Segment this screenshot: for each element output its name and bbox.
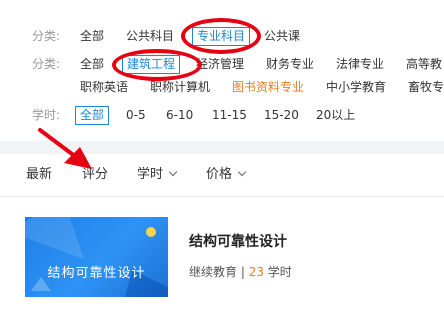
- hours-label: 学时:: [32, 108, 61, 122]
- sort-hours-label: 学时: [137, 167, 164, 182]
- hours-0-5[interactable]: 0-5: [126, 107, 146, 123]
- highlight-ring-professional-subjects: [181, 18, 261, 54]
- chevron-down-icon: [237, 167, 247, 177]
- subject-finance[interactable]: 财务专业: [266, 56, 314, 72]
- sort-newest[interactable]: 最新: [26, 167, 52, 183]
- subject-economic-management[interactable]: 经济管理: [196, 56, 244, 72]
- course-title[interactable]: 结构可靠性设计: [189, 233, 287, 251]
- hours-15-20[interactable]: 15-20: [264, 107, 299, 123]
- subject-higher-education[interactable]: 高等教: [406, 56, 442, 72]
- sort-price-label: 价格: [206, 167, 233, 182]
- subject-professional-english[interactable]: 职称英语: [80, 79, 128, 95]
- thumbnail-decoration: [25, 217, 102, 260]
- sort-rating[interactable]: 评分: [82, 167, 108, 183]
- course-meta: 继续教育 | 23 学时: [189, 264, 292, 280]
- course-provider: 继续教育 |: [189, 265, 249, 279]
- subject-all[interactable]: 全部: [80, 56, 104, 72]
- sort-hours[interactable]: 学时: [137, 167, 178, 183]
- chevron-down-icon: [168, 167, 178, 177]
- subject-library-science[interactable]: 图书资料专业: [232, 79, 304, 95]
- thumbnail-title: 结构可靠性设计: [47, 266, 146, 281]
- course-hours-unit: 学时: [263, 265, 292, 279]
- sort-bar: 最新 评分 学时 价格: [0, 154, 444, 197]
- subject-professional-computer[interactable]: 职称计算机: [150, 79, 210, 95]
- hours-11-15[interactable]: 11-15: [212, 107, 247, 123]
- sort-price[interactable]: 价格: [206, 167, 247, 183]
- subject-label: 分类:: [32, 57, 61, 71]
- highlight-ring-architecture-engineering: [112, 49, 202, 81]
- category-label: 分类:: [32, 29, 61, 43]
- course-thumbnail[interactable]: 结构可靠性设计: [25, 217, 168, 297]
- subject-law[interactable]: 法律专业: [336, 56, 384, 72]
- course-list: 结构可靠性设计 结构可靠性设计 继续教育 | 23 学时: [0, 197, 444, 322]
- course-hours-value: 23: [248, 265, 264, 279]
- subject-k12-education[interactable]: 中小学教育: [326, 79, 386, 95]
- category-all[interactable]: 全部: [80, 28, 104, 44]
- hours-6-10[interactable]: 6-10: [166, 107, 193, 123]
- subject-animal-husbandry[interactable]: 畜牧专: [408, 79, 444, 95]
- category-public-subjects[interactable]: 公共科目: [126, 28, 174, 44]
- thumbnail-decoration: [146, 227, 156, 237]
- category-public-courses[interactable]: 公共课: [264, 28, 300, 44]
- hours-20-plus[interactable]: 20以上: [316, 107, 355, 123]
- hours-all[interactable]: 全部: [75, 106, 110, 125]
